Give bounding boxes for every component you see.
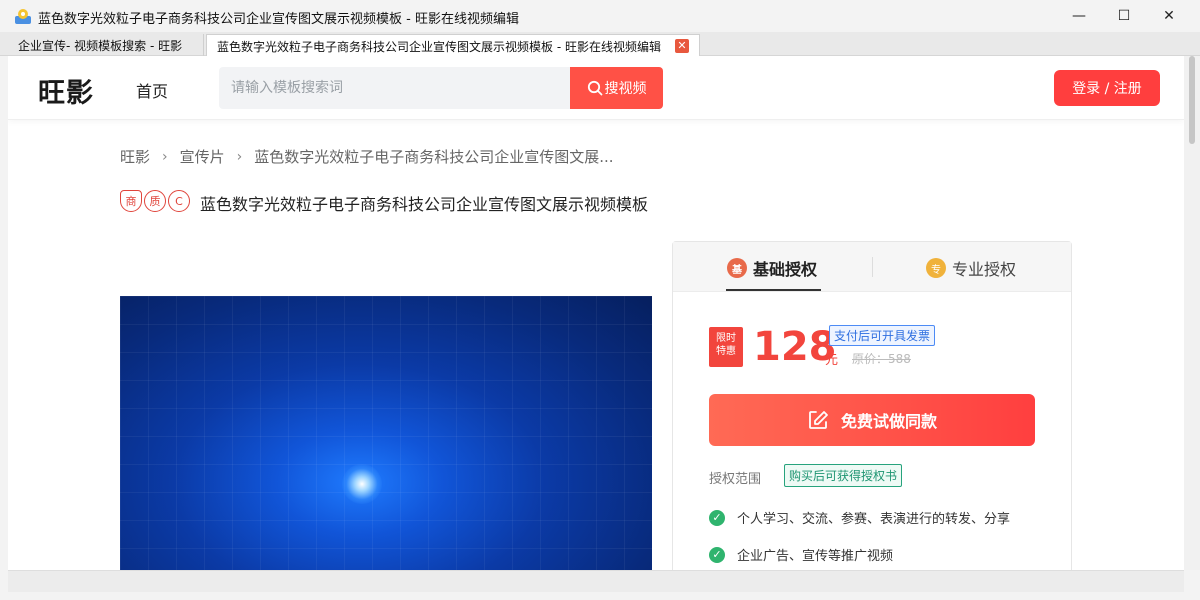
invoice-tag: 支付后可开具发票	[829, 325, 936, 346]
tab-template-detail[interactable]: 蓝色数字光效粒子电子商务科技公司企业宣传图文展示视频模板 - 旺影在线视频编辑 …	[206, 34, 700, 56]
site-header: 旺影 首页 搜视频 登录 / 注册	[8, 56, 1184, 120]
free-trial-label: 免费试做同款	[840, 412, 937, 431]
tab-label: 企业宣传- 视频模板搜索 - 旺影	[18, 39, 183, 53]
check-circle-icon: ✓	[709, 509, 725, 526]
window-bottom-edge	[0, 592, 1200, 600]
breadcrumb: 旺影 › 宣传片 › 蓝色数字光效粒子电子商务科技公司企业宣传图文展...	[120, 146, 614, 167]
minimize-button[interactable]: —	[1056, 0, 1102, 32]
price-value: 128	[753, 324, 837, 370]
pro-medal-icon: 专	[926, 258, 946, 278]
app-icon	[15, 9, 31, 24]
preview-grid-overlay	[120, 296, 652, 570]
tab-basic-license-label: 基础授权	[753, 260, 818, 279]
active-tab-underline	[726, 289, 821, 291]
close-window-button[interactable]: ✕	[1146, 0, 1192, 32]
breadcrumb-item-home[interactable]: 旺影	[120, 146, 150, 167]
license-tabs: 基 基础授权 专 专业授权	[673, 242, 1071, 292]
tab-search-results[interactable]: 企业宣传- 视频模板搜索 - 旺影	[8, 34, 204, 56]
basic-medal-icon: 基	[727, 258, 747, 278]
horizontal-scrollbar[interactable]	[8, 570, 1184, 592]
original-price: 原价：588	[852, 352, 911, 366]
vertical-scroll-thumb[interactable]	[1189, 56, 1195, 144]
window-titlebar: 蓝色数字光效粒子电子商务科技公司企业宣传图文展示视频模板 - 旺影在线视频编辑 …	[0, 0, 1200, 32]
tab-close-icon[interactable]: ✕	[675, 39, 689, 53]
login-register-label: 登录 / 注册	[1072, 81, 1142, 97]
scope-list-item: ✓ 个人学习、交流、参赛、表演进行的转发、分享	[709, 508, 1010, 527]
window-title: 蓝色数字光效粒子电子商务科技公司企业宣传图文展示视频模板 - 旺影在线视频编辑	[38, 12, 519, 27]
scope-item-text: 企业广告、宣传等推广视频	[737, 549, 894, 564]
web-viewport: 旺影 首页 搜视频 登录 / 注册 旺影 › 宣传片 › 蓝色数字光效粒子电子商…	[8, 56, 1184, 570]
search-button-label: 搜视频	[604, 81, 647, 97]
breadcrumb-separator-icon: ›	[162, 148, 168, 165]
search-input[interactable]	[219, 67, 571, 109]
search-box	[219, 67, 571, 109]
page-title: 蓝色数字光效粒子电子商务科技公司企业宣传图文展示视频模板	[200, 195, 649, 214]
limited-offer-line2: 特惠	[716, 346, 736, 357]
tab-pro-license-label: 专业授权	[952, 260, 1017, 279]
quality-badge-icon: 质	[144, 190, 166, 212]
free-trial-button[interactable]: 免费试做同款	[709, 394, 1035, 446]
check-circle-icon: ✓	[709, 546, 725, 563]
scope-list-item: ✓ 企业广告、宣传等推广视频	[709, 545, 893, 564]
tab-divider	[872, 257, 873, 277]
login-register-button[interactable]: 登录 / 注册	[1054, 70, 1160, 106]
scope-item-text: 个人学习、交流、参赛、表演进行的转发、分享	[737, 512, 1011, 527]
preview-light-glow	[342, 464, 382, 504]
breadcrumb-item-category[interactable]: 宣传片	[180, 146, 225, 167]
license-scope-label: 授权范围	[709, 472, 762, 487]
price-currency: 元	[825, 353, 839, 368]
edit-icon	[809, 411, 828, 429]
tab-basic-license[interactable]: 基 基础授权	[727, 256, 817, 280]
video-preview[interactable]	[120, 296, 652, 570]
breadcrumb-separator-icon: ›	[236, 148, 243, 165]
copyright-badge-icon: C	[168, 190, 190, 212]
commercial-badge-icon: 商	[120, 190, 142, 212]
tab-strip: 企业宣传- 视频模板搜索 - 旺影 蓝色数字光效粒子电子商务科技公司企业宣传图文…	[0, 32, 1200, 56]
breadcrumb-item-current: 蓝色数字光效粒子电子商务科技公司企业宣传图文展...	[254, 148, 614, 166]
search-button[interactable]: 搜视频	[570, 67, 663, 109]
search-icon	[587, 80, 602, 96]
license-certificate-tag: 购买后可获得授权书	[784, 464, 903, 487]
maximize-icon: ☐	[1117, 8, 1131, 24]
tab-label: 蓝色数字光效粒子电子商务科技公司企业宣传图文展示视频模板 - 旺影在线视频编辑	[217, 40, 661, 54]
site-logo[interactable]: 旺影	[38, 71, 94, 110]
minimize-icon: —	[1072, 8, 1086, 24]
limited-offer-line1: 限时	[716, 333, 736, 344]
license-panel: 基 基础授权 专 专业授权 限时 特惠 128 元 支付后可开具发票 原价：58…	[672, 241, 1072, 570]
close-icon: ✕	[1163, 8, 1175, 24]
tab-pro-license[interactable]: 专 专业授权	[926, 256, 1016, 280]
maximize-button[interactable]: ☐	[1101, 0, 1147, 32]
title-badges: 商 质 C	[120, 190, 190, 212]
vertical-scrollbar[interactable]	[1184, 56, 1200, 570]
nav-home-link[interactable]: 首页	[136, 78, 168, 102]
limited-offer-badge: 限时 特惠	[709, 327, 743, 367]
